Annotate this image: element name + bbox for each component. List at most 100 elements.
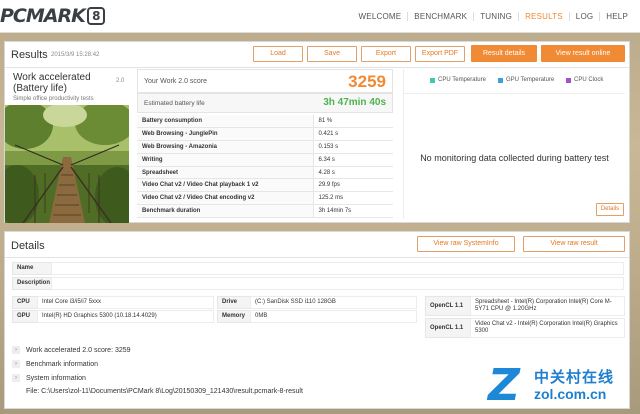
metric-name: Web Browsing - JunglePin — [137, 127, 314, 142]
legend-divider — [404, 93, 625, 94]
test-title: Work accelerated (Battery life) — [13, 72, 91, 94]
battery-value: 3h 47min 40s — [323, 97, 386, 108]
cpu-value: Intel Core i3/i5/i7 5xxx — [42, 299, 102, 305]
legend-gpu-temperature[interactable]: GPU Temperature — [498, 77, 554, 83]
metric-name: Video Chat v2 / Video Chat playback 1 v2 — [137, 178, 314, 193]
chevron-right-icon: › — [12, 346, 20, 354]
top-bar: PCMARK 8 WELCOME BENCHMARK TUNING RESULTS… — [0, 0, 640, 33]
nav-log[interactable]: LOG — [568, 12, 600, 21]
cpu-label: CPU — [17, 299, 30, 305]
zol-watermark: Z 中关村在线 zol.com.cn — [488, 362, 636, 412]
legend-swatch — [498, 77, 503, 83]
description-row: Description — [12, 277, 624, 290]
legend-swatch — [566, 77, 571, 83]
opencl-row-2: OpenCL 1.1 Video Chat v2 - Intel(R) Corp… — [425, 318, 625, 338]
metric-value: 3h 14min 7s — [313, 204, 393, 218]
table-row: Benchmark duration 3h 14min 7s — [137, 204, 393, 218]
chevron-right-icon: › — [12, 360, 20, 368]
cpu-row: CPU Intel Core i3/i5/i7 5xxx — [12, 296, 214, 309]
result-details-button[interactable]: Result details — [471, 45, 537, 62]
drive-label: Drive — [222, 299, 238, 305]
export-pdf-button[interactable]: Export PDF — [415, 46, 465, 62]
metric-name: Writing — [137, 153, 314, 167]
test-image — [5, 105, 129, 223]
file-path: File: C:\Users\zol-11\Documents\PCMark 8… — [26, 388, 303, 395]
drive-row: Drive (C:) SanDisk SSD i110 128GB — [217, 296, 417, 309]
nav-help[interactable]: HELP — [599, 12, 634, 21]
score-label: Your Work 2.0 score — [144, 78, 208, 85]
opencl-value: Spreadsheet - Intel(R) Corporation Intel… — [475, 299, 612, 312]
watermark-url: zol.com.cn — [534, 386, 607, 402]
legend-swatch — [430, 77, 435, 83]
opencl-label: OpenCL 1.1 — [430, 325, 464, 331]
metric-value: 0.421 s — [313, 127, 393, 142]
chevron-right-icon: › — [12, 374, 20, 382]
nav-benchmark[interactable]: BENCHMARK — [407, 12, 473, 21]
pcmark-logo: PCMARK 8 — [0, 4, 105, 28]
list-item-score[interactable]: › Work accelerated 2.0 score: 3259 — [12, 346, 131, 354]
metric-name: Spreadsheet — [137, 166, 314, 180]
name-value — [51, 262, 624, 275]
view-raw-result-button[interactable]: View raw result — [523, 236, 625, 252]
main-nav: WELCOME BENCHMARK TUNING RESULTS LOG HEL… — [353, 0, 634, 33]
memory-label: Memory — [222, 313, 246, 319]
metrics-table: Battery consumption 81 % Web Browsing - J… — [137, 115, 393, 218]
score-row: Your Work 2.0 score 3259 — [137, 69, 393, 93]
table-row: Video Chat v2 / Video Chat playback 1 v2… — [137, 178, 393, 193]
table-row: Video Chat v2 / Video Chat encoding v2 12… — [137, 191, 393, 206]
drive-value: (C:) SanDisk SSD i110 128GB — [255, 299, 336, 305]
metric-value: 0.153 s — [313, 140, 393, 154]
list-item-system-information[interactable]: › System information — [12, 374, 86, 382]
metric-value: 4.28 s — [313, 166, 393, 180]
header-divider — [5, 67, 629, 68]
opencl-label: OpenCL 1.1 — [430, 303, 464, 309]
results-date: 2015/3/9 15:28:42 — [51, 52, 100, 58]
gpu-row: GPU Intel(R) HD Graphics 5300 (10.18.14.… — [12, 310, 214, 323]
table-row: Web Browsing - Amazonia 0.153 s — [137, 140, 393, 154]
opencl-row-1: OpenCL 1.1 Spreadsheet - Intel(R) Corpor… — [425, 296, 625, 316]
description-label: Description — [17, 280, 51, 286]
view-result-online-button[interactable]: View result online — [541, 45, 625, 62]
nav-results[interactable]: RESULTS — [518, 12, 569, 21]
results-panel: Results 2015/3/9 15:28:42 Load Save Expo… — [4, 41, 630, 223]
metric-name: Video Chat v2 / Video Chat encoding v2 — [137, 191, 314, 206]
metric-name: Benchmark duration — [137, 204, 314, 218]
opencl-value: Video Chat v2 - Intel(R) Corporation Int… — [475, 321, 618, 334]
metric-value: 81 % — [313, 115, 393, 129]
battery-row: Estimated battery life 3h 47min 40s — [137, 93, 393, 113]
test-subtitle: Simple office productivity tests — [13, 96, 94, 102]
table-row: Web Browsing - JunglePin 0.421 s — [137, 127, 393, 142]
legend-cpu-clock[interactable]: CPU Clock — [566, 77, 603, 83]
list-item-benchmark-information[interactable]: › Benchmark information — [12, 360, 98, 368]
name-row: Name — [12, 262, 624, 275]
view-raw-systeminfo-button[interactable]: View raw SystemInfo — [417, 236, 515, 252]
memory-value: 0MB — [255, 313, 268, 319]
nav-welcome[interactable]: WELCOME — [353, 12, 408, 21]
metric-value: 6.34 s — [313, 153, 393, 167]
watermark-cn: 中关村在线 — [534, 369, 615, 386]
save-button[interactable]: Save — [307, 46, 357, 62]
metric-name: Web Browsing - Amazonia — [137, 140, 314, 154]
no-data-message: No monitoring data collected during batt… — [420, 153, 609, 163]
metric-value: 125.2 ms — [313, 191, 393, 206]
name-label: Name — [17, 265, 34, 271]
gpu-value: Intel(R) HD Graphics 5300 (10.18.14.4029… — [42, 313, 157, 319]
monitoring-area: CPU Temperature GPU Temperature CPU Cloc… — [403, 69, 625, 219]
metric-name: Battery consumption — [137, 115, 314, 129]
monitor-details-button[interactable]: Details — [596, 203, 624, 216]
legend-cpu-temperature[interactable]: CPU Temperature — [430, 77, 486, 83]
export-button[interactable]: Export — [361, 46, 411, 62]
table-row: Battery consumption 81 % — [137, 115, 393, 129]
table-row: Spreadsheet 4.28 s — [137, 166, 393, 180]
nav-tuning[interactable]: TUNING — [473, 12, 518, 21]
test-version: 2.0 — [116, 78, 125, 84]
battery-label: Estimated battery life — [144, 100, 205, 107]
details-divider — [5, 257, 629, 258]
results-title: Results — [11, 49, 48, 61]
table-row: Writing 6.34 s — [137, 153, 393, 167]
gpu-label: GPU — [17, 313, 31, 319]
load-button[interactable]: Load — [253, 46, 303, 62]
zol-logo-icon: Z — [488, 360, 520, 411]
description-value — [51, 277, 624, 290]
details-title: Details — [11, 240, 45, 252]
